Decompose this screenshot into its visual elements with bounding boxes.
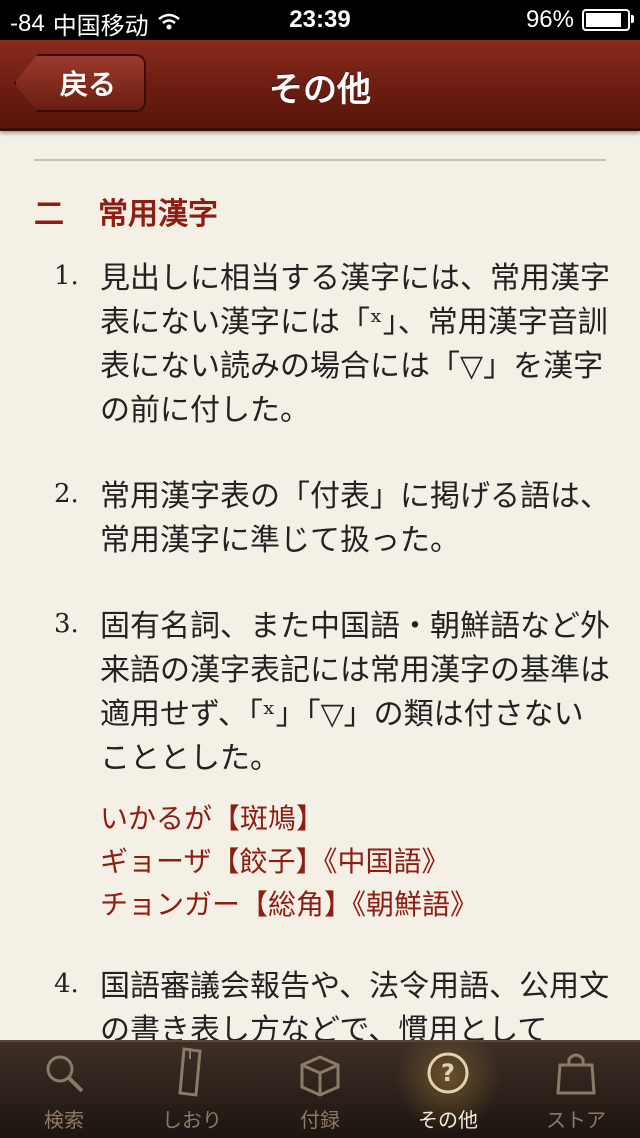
- list-item-text: 常用漢字表の「付表」に掲げる語は、常用漢字に準じて扱った。: [100, 479, 610, 558]
- shopping-bag-icon: [554, 1042, 598, 1104]
- bookmark-icon: [170, 1042, 214, 1104]
- battery-icon: [582, 9, 634, 31]
- list-item: 1. 見出しに相当する漢字には、常用漢字表にない漢字には「ˣ」、常用漢字音訓表に…: [54, 257, 614, 433]
- divider: [34, 159, 606, 161]
- section-heading: 二 常用漢字: [34, 189, 218, 233]
- list-item-number: 2.: [54, 479, 79, 509]
- tab-search[interactable]: 検索: [0, 1042, 128, 1138]
- list-item: 2. 常用漢字表の「付表」に掲げる語は、常用漢字に準じて扱った。: [54, 475, 614, 563]
- battery-fill: [586, 13, 621, 27]
- battery-percent: 96%: [525, 6, 574, 33]
- tab-label: 付録: [300, 1108, 340, 1132]
- question-icon: ?: [425, 1042, 471, 1104]
- list-item-text: 見出しに相当する漢字には、常用漢字表にない漢字には「ˣ」、常用漢字音訓表にない読…: [100, 261, 610, 428]
- search-icon: [42, 1042, 86, 1104]
- list-item-text: 固有名詞、また中国語・朝鮮語など外来語の漢字表記には常用漢字の基準は適用せず、「…: [100, 609, 610, 776]
- list-item: 3. 固有名詞、また中国語・朝鮮語など外来語の漢字表記には常用漢字の基準は適用せ…: [54, 605, 614, 781]
- list-item-number: 4.: [54, 969, 79, 999]
- svg-text:?: ?: [441, 1059, 455, 1087]
- navigation-bar: 戻る その他: [0, 40, 640, 131]
- tab-label: ストア: [546, 1108, 606, 1132]
- example-entry: ギョーザ【餃子】《中国語》: [100, 845, 450, 878]
- example-list: いかるが【斑鳩】 ギョーザ【餃子】《中国語》 チョンガー【総角】《朝鮮語》: [100, 797, 478, 926]
- section-title: 常用漢字: [98, 197, 218, 232]
- list-item: 4. 国語審議会報告や、法令用語、公用文の書き表し方などで、慣用として: [54, 965, 614, 1041]
- page-title: その他: [269, 70, 371, 110]
- tab-label: しおり: [162, 1108, 222, 1132]
- list-item-text: 国語審議会報告や、法令用語、公用文の書き表し方などで、慣用として: [100, 969, 610, 1041]
- list-item-number: 3.: [54, 609, 79, 639]
- status-bar: -84 中国移动 23:39 96%: [0, 0, 640, 40]
- example-entry: チョンガー【総角】《朝鮮語》: [100, 888, 479, 921]
- content-scroll-area[interactable]: 二 常用漢字 1. 見出しに相当する漢字には、常用漢字表にない漢字には「ˣ」、常…: [0, 131, 640, 1041]
- tab-bookmarks[interactable]: しおり: [128, 1042, 256, 1138]
- box-icon: [296, 1042, 344, 1104]
- tab-bar: 検索 しおり 付録 ? その他 ストア: [0, 1040, 640, 1138]
- list-item-number: 1.: [54, 261, 79, 291]
- example-entry: いかるが【斑鳩】: [100, 802, 325, 835]
- section-marker: 二: [34, 197, 64, 232]
- tab-label: その他: [418, 1108, 478, 1132]
- tab-label: 検索: [44, 1108, 84, 1132]
- tab-store[interactable]: ストア: [512, 1042, 640, 1138]
- tab-other[interactable]: ? その他: [384, 1042, 512, 1138]
- tab-appendix[interactable]: 付録: [256, 1042, 384, 1138]
